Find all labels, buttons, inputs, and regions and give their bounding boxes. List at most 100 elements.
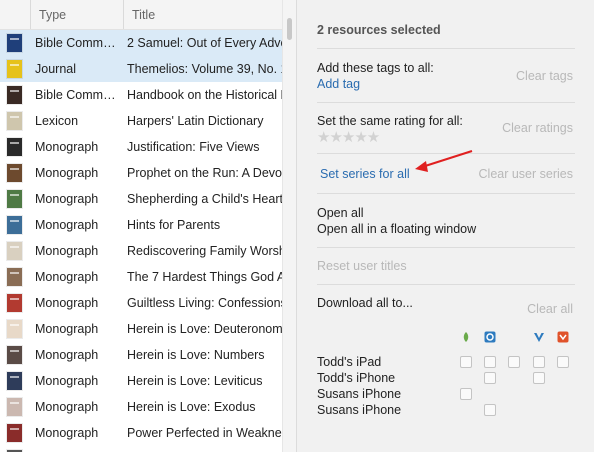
download-checkbox[interactable] xyxy=(557,356,569,368)
cell-type: Monograph xyxy=(35,244,99,258)
faithlife-icon xyxy=(557,331,569,343)
app-icon xyxy=(484,331,496,343)
table-row[interactable]: Monograph Rediscovering Family Worshi xyxy=(0,238,282,264)
selection-count-heading: 2 resources selected xyxy=(317,23,441,37)
set-series-link[interactable]: Set series for all xyxy=(320,167,410,181)
book-cover-thumbnail xyxy=(7,268,22,286)
table-row[interactable]: Monograph Herein is Love: Deuteronomy xyxy=(0,316,282,342)
divider xyxy=(317,102,575,103)
table-header: Type Title xyxy=(0,0,282,30)
column-header-title[interactable]: Title xyxy=(123,0,282,29)
book-cover-thumbnail xyxy=(7,424,22,442)
download-all-label: Download all to... xyxy=(317,296,413,310)
download-checkbox[interactable] xyxy=(484,404,496,416)
cell-type: Monograph xyxy=(35,192,99,206)
open-all-floating-link[interactable]: Open all in a floating window xyxy=(317,222,476,236)
selection-panel: 2 resources selected Add these tags to a… xyxy=(296,0,594,452)
book-cover-thumbnail xyxy=(7,294,22,312)
cell-type: Monograph xyxy=(35,270,99,284)
table-row[interactable]: Lexicon Harpers' Latin Dictionary xyxy=(0,108,282,134)
table-row[interactable]: Monograph Power Perfected in Weaknes xyxy=(0,420,282,446)
book-cover-thumbnail xyxy=(7,320,22,338)
cell-type: Monograph xyxy=(35,296,99,310)
table-row[interactable]: Monograph Guiltless Living: Confessions xyxy=(0,290,282,316)
cell-title: Hints for Parents xyxy=(127,218,221,232)
cell-type: Monograph xyxy=(35,400,99,414)
book-cover-thumbnail xyxy=(7,60,22,78)
cell-title: Rediscovering Family Worshi xyxy=(127,244,282,258)
table-row[interactable]: Monograph Justification: Five Views xyxy=(0,134,282,160)
clear-tags-button[interactable]: Clear tags xyxy=(516,69,573,83)
download-checkbox[interactable] xyxy=(508,356,520,368)
table-row[interactable]: Monograph Hints for Parents xyxy=(0,212,282,238)
add-tag-link[interactable]: Add tag xyxy=(317,77,360,91)
book-cover-thumbnail xyxy=(7,216,22,234)
cell-title: Shepherding a Child's Heart: xyxy=(127,192,282,206)
cell-title: The 7 Hardest Things God As xyxy=(127,270,282,284)
cell-title: Herein is Love: Exodus xyxy=(127,400,256,414)
cell-title: Harpers' Latin Dictionary xyxy=(127,114,264,128)
table-row[interactable]: Monograph Prophet on the Run: A Devot xyxy=(0,160,282,186)
cell-type: Monograph xyxy=(35,374,99,388)
cell-type: Monograph xyxy=(35,348,99,362)
cell-title: 2 Samuel: Out of Every Adver xyxy=(127,36,282,50)
device-name: Susans iPhone xyxy=(317,387,402,401)
rating-label: Set the same rating for all: xyxy=(317,114,463,128)
column-header-type[interactable]: Type xyxy=(30,0,123,29)
table-row[interactable]: Bible Comm… 2 Samuel: Out of Every Adver xyxy=(0,30,282,56)
divider xyxy=(317,48,575,49)
cell-title: Herein is Love: Leviticus xyxy=(127,374,263,388)
tags-label: Add these tags to all: xyxy=(317,61,434,75)
cell-type: Monograph xyxy=(35,140,99,154)
table-row[interactable]: Monograph Herein is Love: Numbers xyxy=(0,342,282,368)
download-checkbox[interactable] xyxy=(460,356,472,368)
cell-type xyxy=(35,446,122,452)
clear-ratings-button[interactable]: Clear ratings xyxy=(502,121,573,135)
open-all-link[interactable]: Open all xyxy=(317,206,364,220)
cell-type: Monograph xyxy=(35,166,99,180)
divider xyxy=(317,193,575,194)
reset-user-titles-button[interactable]: Reset user titles xyxy=(317,259,407,273)
device-name: Todd's iPhone xyxy=(317,371,396,385)
cell-type: Monograph xyxy=(35,218,99,232)
book-cover-thumbnail xyxy=(7,190,22,208)
cell-type: Journal xyxy=(35,62,76,76)
book-cover-thumbnail xyxy=(7,346,22,364)
download-checkbox[interactable] xyxy=(460,388,472,400)
book-cover-thumbnail xyxy=(7,398,22,416)
download-checkbox[interactable] xyxy=(484,356,496,368)
book-cover-thumbnail xyxy=(7,138,22,156)
device-name: Todd's iPad xyxy=(317,355,382,369)
download-checkbox[interactable] xyxy=(484,372,496,384)
table-row[interactable]: Monograph Herein is Love: Exodus xyxy=(0,394,282,420)
book-cover-thumbnail xyxy=(7,34,22,52)
cell-title: Herein is Love: Numbers xyxy=(127,348,265,362)
cell-type: Monograph xyxy=(35,322,99,336)
table-scrollbar[interactable] xyxy=(282,0,296,452)
book-cover-thumbnail xyxy=(7,372,22,390)
resource-table: Type Title Bible Comm… 2 Samuel: Out of E… xyxy=(0,0,282,452)
divider xyxy=(317,284,575,285)
rating-stars[interactable]: ★★★★★ xyxy=(317,128,380,146)
cell-type: Bible Comm… xyxy=(35,36,116,50)
table-row[interactable]: Monograph Shepherding a Child's Heart: xyxy=(0,186,282,212)
scrollbar-thumb[interactable] xyxy=(287,18,292,40)
table-row[interactable]: Monograph Herein is Love: Leviticus xyxy=(0,368,282,394)
cell-title: Power Perfected in Weaknes xyxy=(127,426,282,440)
cell-type: Monograph xyxy=(35,426,99,440)
table-row[interactable]: Journal Themelios: Volume 39, No. 1 xyxy=(0,56,282,82)
leaf-icon xyxy=(463,332,469,342)
table-row[interactable]: Bible Comm… Handbook on the Historical B xyxy=(0,82,282,108)
cell-title: Guiltless Living: Confessions xyxy=(127,296,282,310)
book-cover-thumbnail xyxy=(7,86,22,104)
book-cover-thumbnail xyxy=(7,164,22,182)
clear-all-button[interactable]: Clear all xyxy=(527,302,573,316)
device-name: Susans iPhone xyxy=(317,403,402,417)
vyrso-icon xyxy=(534,333,544,342)
table-row[interactable]: Monograph The 7 Hardest Things God As xyxy=(0,264,282,290)
download-checkbox[interactable] xyxy=(533,356,545,368)
download-checkbox[interactable] xyxy=(533,372,545,384)
cell-title xyxy=(127,446,282,452)
clear-user-series-button[interactable]: Clear user series xyxy=(479,167,573,181)
table-row[interactable] xyxy=(0,446,282,452)
